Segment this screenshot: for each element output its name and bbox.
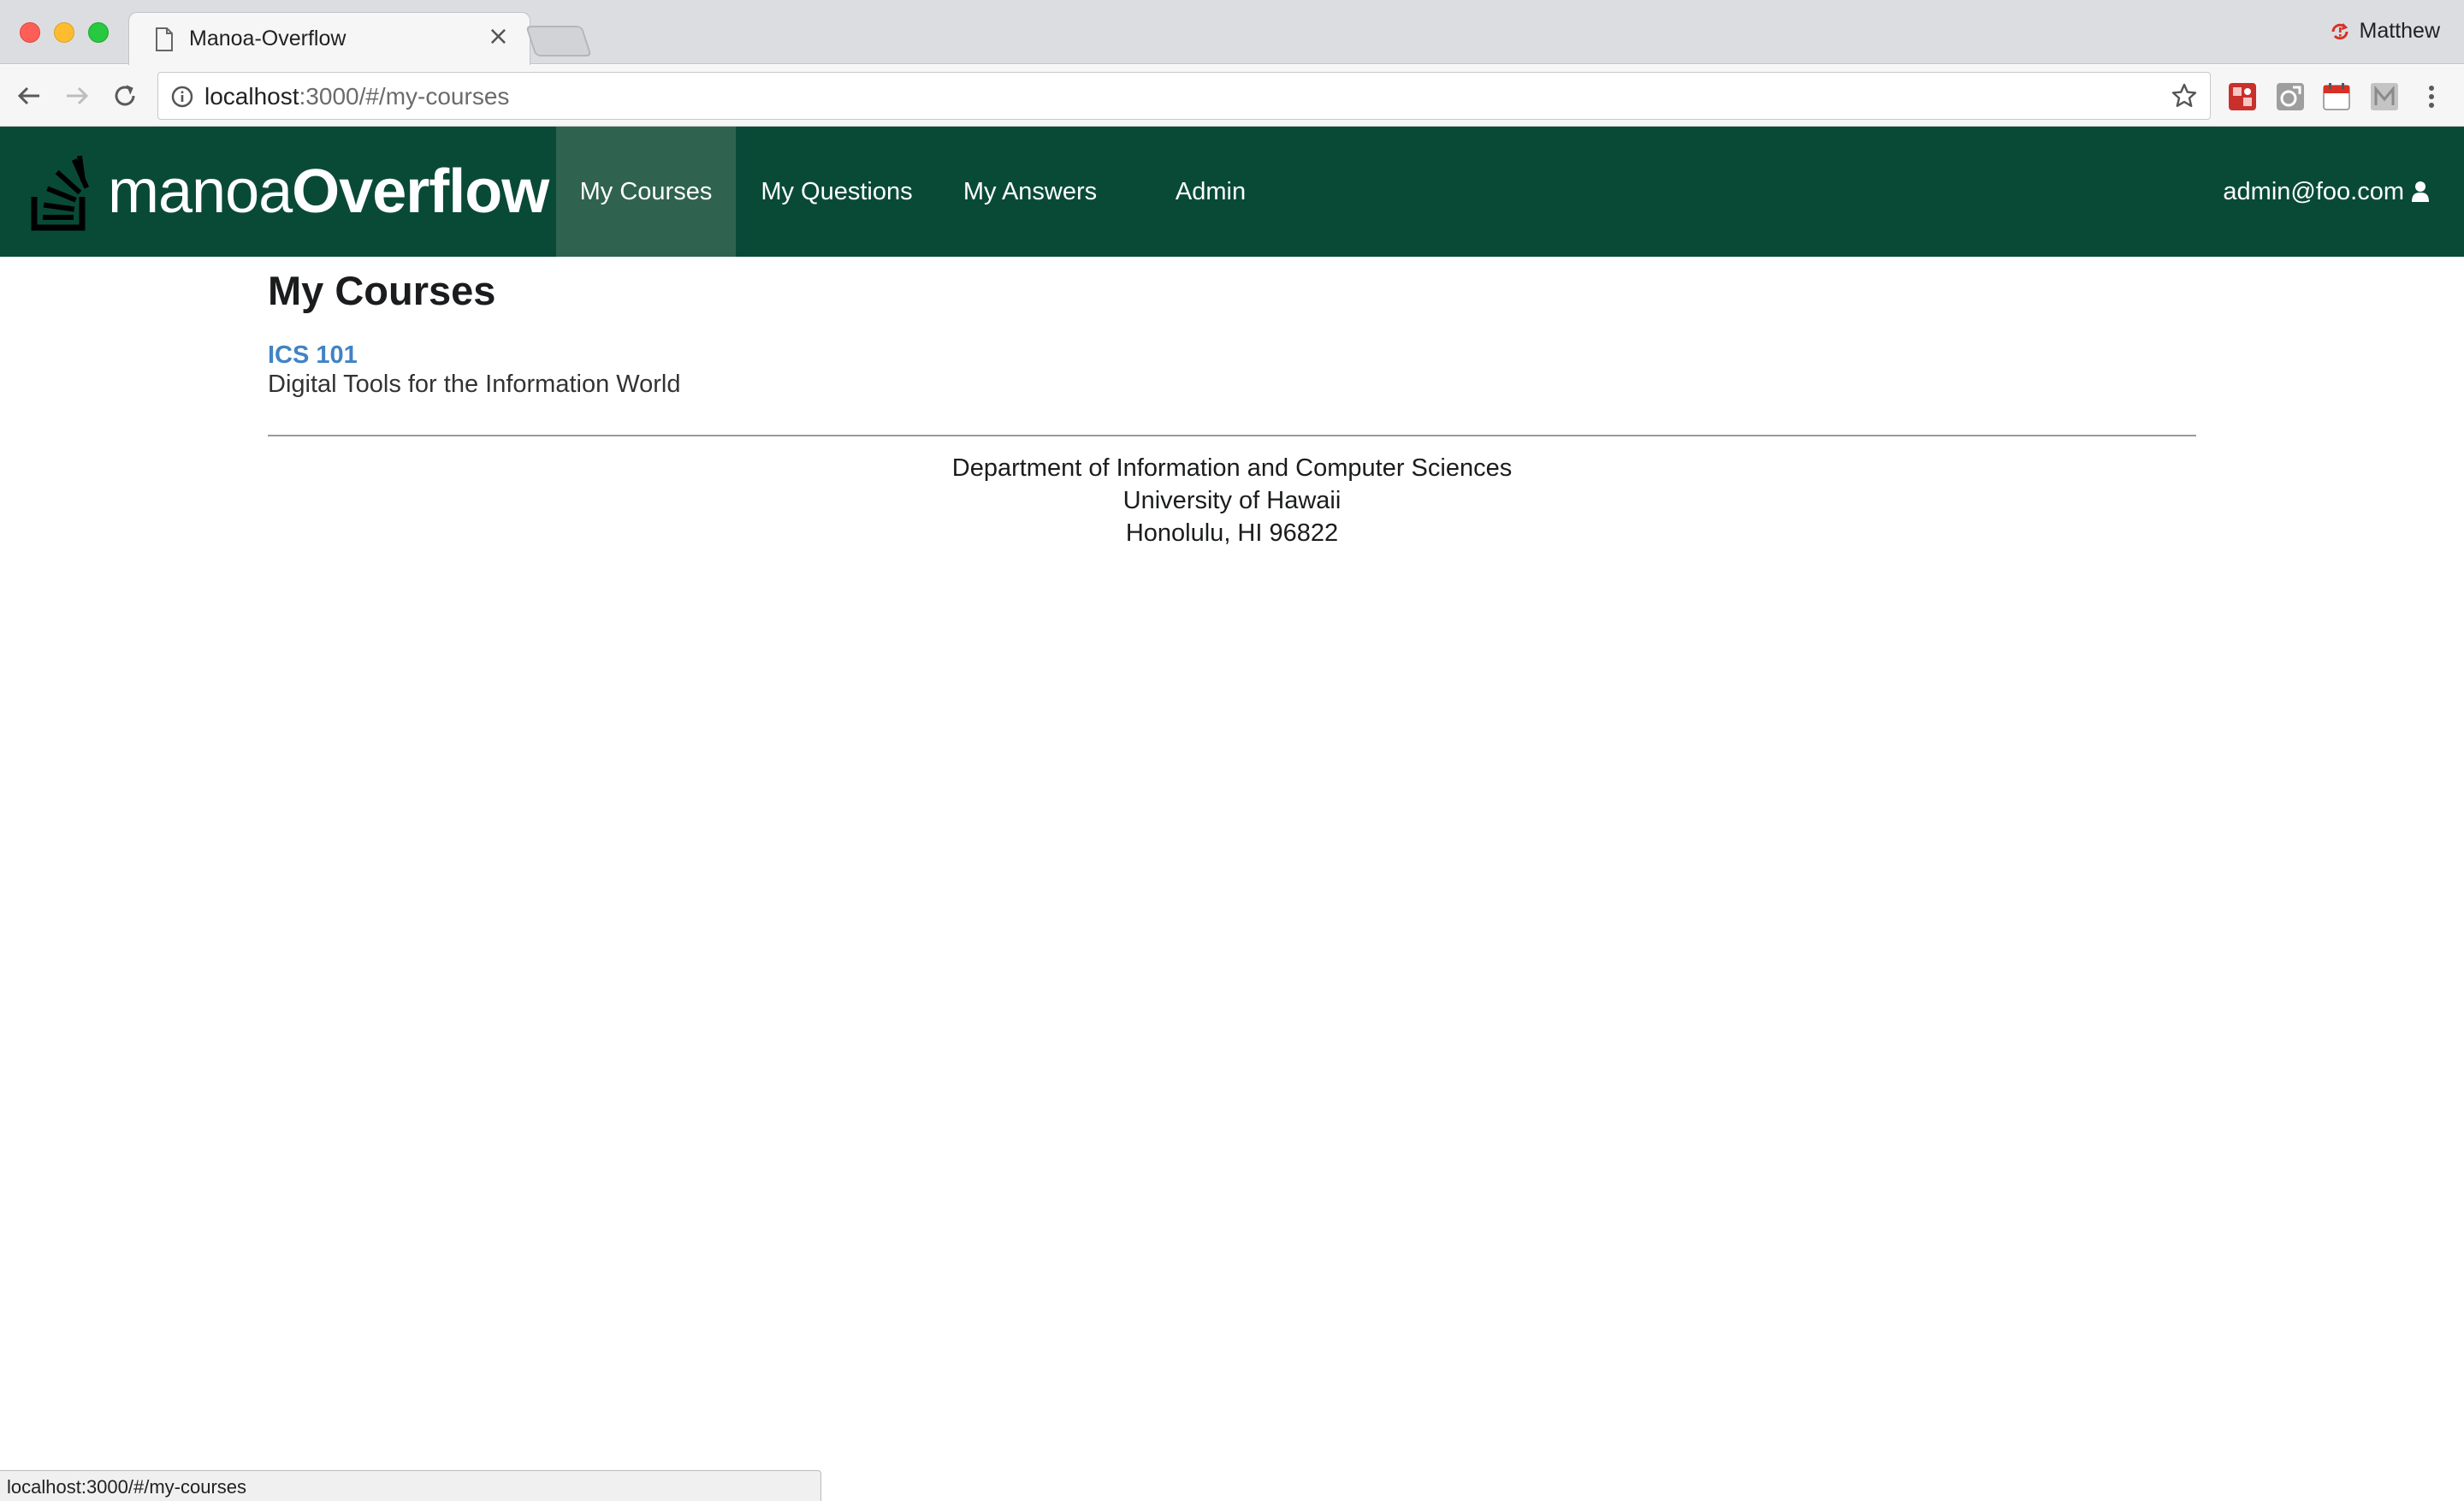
minimize-window-button[interactable] <box>54 22 74 43</box>
page-title: My Courses <box>268 268 496 313</box>
document-icon <box>156 27 173 51</box>
brand-home-link[interactable]: manoaOverflow <box>31 147 549 236</box>
tab-close-button[interactable]: × <box>488 24 509 50</box>
footer-department: Department of Information and Computer S… <box>951 454 1513 482</box>
nav-admin[interactable]: Admin <box>1122 127 1299 257</box>
calendar-icon[interactable] <box>2322 82 2351 111</box>
url-host: localhost <box>204 83 299 110</box>
browser-tab-active[interactable]: Manoa-Overflow × <box>128 12 530 65</box>
brand-name: manoaOverflow <box>108 157 549 227</box>
maximize-window-button[interactable] <box>88 22 109 43</box>
browser-toolbar: localhost:3000/#/my-courses <box>0 65 2464 127</box>
extension-red-icon[interactable] <box>2228 82 2257 111</box>
profile-button[interactable]: Matthew <box>2329 19 2440 44</box>
back-arrow-icon[interactable] <box>14 80 44 111</box>
footer-university: University of Hawaii <box>1122 487 1342 514</box>
forward-arrow-icon[interactable] <box>62 80 92 111</box>
page-footer: Department of Information and Computer S… <box>268 452 2196 549</box>
stack-logo-icon <box>31 155 90 231</box>
bookmark-star-icon[interactable] <box>2171 82 2198 110</box>
brand-name-light: manoa <box>108 157 293 226</box>
extension-m-icon[interactable] <box>2370 82 2399 111</box>
brand-name-bold: Overflow <box>292 157 549 226</box>
nav-my-answers[interactable]: My Answers <box>938 127 1122 257</box>
close-window-button[interactable] <box>20 22 40 43</box>
footer-divider <box>268 435 2196 436</box>
nav-my-courses[interactable]: My Courses <box>556 127 736 257</box>
footer-address: Honolulu, HI 96822 <box>1125 519 1339 547</box>
status-bubble: localhost:3000/#/my-courses <box>0 1470 821 1501</box>
profile-name: Matthew <box>2359 19 2440 43</box>
extension-grey-icon[interactable] <box>2276 82 2305 111</box>
tab-title: Manoa-Overflow <box>189 27 346 50</box>
url-path: :3000/#/my-courses <box>299 83 510 110</box>
reload-icon[interactable] <box>110 80 140 111</box>
new-tab-button[interactable] <box>525 26 592 56</box>
browser-titlebar: Manoa-Overflow × Matthew <box>0 0 2464 65</box>
course-link[interactable]: ICS 101 <box>268 341 358 370</box>
info-icon[interactable] <box>170 85 194 109</box>
nav-my-questions[interactable]: My Questions <box>736 127 938 257</box>
app-navbar: manoaOverflow My Courses My Questions My… <box>0 127 2464 257</box>
user-menu[interactable]: admin@foo.com <box>2223 127 2430 257</box>
sync-error-icon <box>2331 22 2348 39</box>
user-email: admin@foo.com <box>2223 177 2404 205</box>
user-icon <box>2412 181 2429 202</box>
course-description: Digital Tools for the Information World <box>268 371 681 398</box>
url-text: localhost:3000/#/my-courses <box>204 83 509 110</box>
address-bar[interactable]: localhost:3000/#/my-courses <box>157 72 2211 120</box>
kebab-menu-icon[interactable] <box>2421 82 2442 111</box>
